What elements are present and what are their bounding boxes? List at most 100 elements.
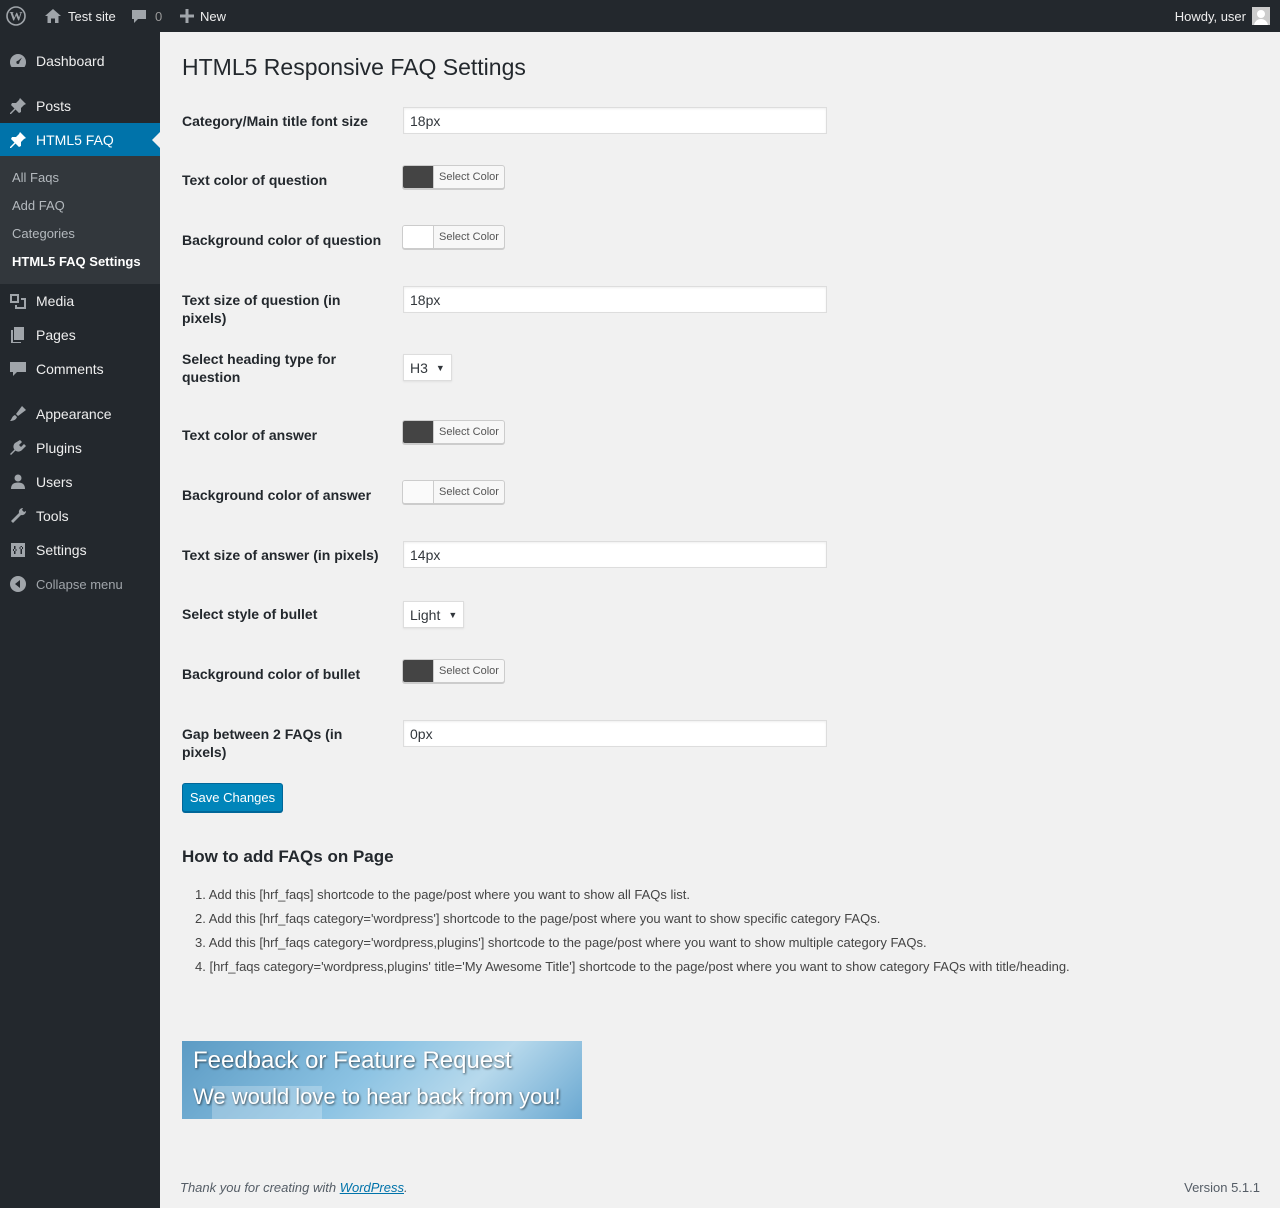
save-changes-button[interactable]: Save Changes (182, 783, 283, 812)
color-swatch (403, 660, 434, 682)
sidebar-item-settings[interactable]: Settings (0, 533, 160, 567)
feedback-banner[interactable]: Feedback or Feature Request We would lov… (182, 1041, 582, 1119)
dropdown-arrow-icon: ▼ (435, 362, 445, 373)
pin-icon (0, 96, 36, 116)
sidebar-item-plugins[interactable]: Plugins (0, 431, 160, 465)
dropdown-arrow-icon: ▼ (448, 609, 458, 620)
submenu-categories[interactable]: Categories (12, 226, 75, 241)
sidebar-item-label: Media (36, 293, 75, 309)
question-text-size-input[interactable]: 18px (403, 286, 827, 313)
sidebar-item-dashboard[interactable]: Dashboard (0, 44, 160, 78)
select-color-label: Select Color (439, 231, 499, 243)
selected-value: Light (410, 606, 441, 623)
color-swatch (403, 226, 434, 248)
media-icon (0, 291, 36, 311)
color-swatch (403, 481, 434, 503)
sidebar-item-label: Dashboard (36, 53, 105, 69)
collapse-menu-button[interactable]: Collapse menu (0, 567, 160, 601)
sidebar-item-html5-faq[interactable]: HTML5 FAQ (0, 123, 160, 157)
wordpress-link[interactable]: WordPress (340, 1180, 404, 1195)
sidebar-item-comments[interactable]: Comments (0, 352, 160, 386)
site-name-link[interactable]: Test site (44, 0, 116, 32)
answer-text-color-label: Text color of answer (182, 427, 318, 443)
new-label: New (200, 8, 227, 24)
dashboard-icon (0, 51, 36, 71)
comments-icon (0, 359, 36, 379)
collapse-arrow-icon (0, 575, 36, 593)
bullet-style-label: Select style of bullet (182, 606, 318, 622)
question-heading-type-select[interactable]: H3 ▼ (403, 354, 452, 381)
home-icon (44, 8, 62, 24)
sidebar-item-label: Pages (36, 327, 76, 343)
question-text-size-label: Text size of question (in pixels) (182, 292, 341, 326)
question-heading-type-label: Select heading type for question (182, 351, 337, 385)
sidebar-item-label: Comments (36, 361, 104, 377)
color-swatch (403, 421, 434, 443)
tools-icon (0, 506, 36, 526)
banner-subtitle: We would love to hear back from you! (193, 1084, 561, 1109)
comments-link[interactable]: 0 (131, 0, 162, 32)
sidebar-item-label: Posts (36, 98, 72, 114)
select-color-label: Select Color (439, 665, 499, 677)
bullet-bg-color-label: Background color of bullet (182, 666, 361, 682)
footer-version: Version 5.1.1 (1184, 1180, 1260, 1195)
pages-icon (0, 325, 36, 345)
submenu-add-faq[interactable]: Add FAQ (12, 198, 65, 213)
page-title: HTML5 Responsive FAQ Settings (182, 54, 526, 80)
question-bg-color-label: Background color of question (182, 232, 382, 248)
select-color-label: Select Color (439, 171, 499, 183)
sidebar-item-pages[interactable]: Pages (0, 318, 160, 352)
color-swatch (403, 166, 434, 188)
my-account-link[interactable]: Howdy, user (1175, 0, 1270, 32)
sidebar-item-posts[interactable]: Posts (0, 89, 160, 123)
sidebar-item-label: Users (36, 474, 73, 490)
pin-icon (0, 130, 36, 150)
faq-gap-label: Gap between 2 FAQs (in pixels) (182, 726, 343, 760)
svg-text:W: W (10, 9, 23, 24)
sidebar-item-appearance[interactable]: Appearance (0, 397, 160, 431)
footer-thanks-prefix: Thank you for creating with (180, 1180, 340, 1195)
new-content-link[interactable]: New (180, 0, 226, 32)
comments-count: 0 (155, 8, 163, 24)
question-bg-color-picker[interactable]: Select Color (402, 225, 505, 249)
admin-bar: W Test site 0 New Howdy, user (0, 0, 1280, 32)
sidebar-item-label: Tools (36, 508, 69, 524)
bullet-style-select[interactable]: Light ▼ (403, 601, 465, 628)
sidebar-item-label: Settings (36, 542, 87, 558)
answer-text-color-picker[interactable]: Select Color (402, 420, 505, 444)
list-item: 4. [hrf_faqs category='wordpress,plugins… (195, 959, 1070, 974)
sidebar-item-tools[interactable]: Tools (0, 499, 160, 533)
html5-faq-submenu: All Faqs Add FAQ Categories HTML5 FAQ Se… (0, 156, 160, 284)
answer-text-size-input[interactable]: 14px (403, 541, 827, 568)
select-color-label: Select Color (439, 426, 499, 438)
collapse-menu-label: Collapse menu (36, 576, 123, 592)
sidebar-item-media[interactable]: Media (0, 284, 160, 318)
wordpress-logo-icon[interactable]: W (6, 0, 26, 32)
question-text-color-picker[interactable]: Select Color (402, 165, 505, 189)
selected-value: H3 (410, 359, 428, 376)
list-item: 3. Add this [hrf_faqs category='wordpres… (195, 935, 927, 950)
footer-thanks: Thank you for creating with WordPress. (180, 1180, 408, 1195)
avatar (1252, 7, 1270, 25)
answer-bg-color-picker[interactable]: Select Color (402, 480, 505, 504)
question-text-color-label: Text color of question (182, 172, 328, 188)
faq-gap-input[interactable]: 0px (403, 720, 827, 747)
users-icon (0, 472, 36, 492)
howto-heading: How to add FAQs on Page (182, 847, 394, 866)
bullet-bg-color-picker[interactable]: Select Color (402, 659, 505, 683)
howdy-text: Howdy, user (1174, 8, 1246, 24)
plugins-icon (0, 438, 36, 458)
select-color-label: Select Color (439, 486, 499, 498)
list-item: 2. Add this [hrf_faqs category='wordpres… (195, 911, 881, 926)
admin-sidebar: Dashboard Posts HTML5 FAQ All Faqs Add F… (0, 32, 160, 1208)
submenu-all-faqs[interactable]: All Faqs (12, 170, 59, 185)
settings-icon (0, 540, 36, 560)
footer-thanks-suffix: . (404, 1180, 408, 1195)
howto-list: 1. Add this [hrf_faqs] shortcode to the … (182, 883, 1242, 979)
sidebar-item-label: Plugins (36, 440, 82, 456)
main-title-font-size-input[interactable]: 18px (403, 107, 827, 134)
sidebar-item-users[interactable]: Users (0, 465, 160, 499)
footer: Thank you for creating with WordPress. V… (180, 1180, 1260, 1198)
submenu-html5-faq-settings[interactable]: HTML5 FAQ Settings (12, 254, 141, 269)
sidebar-item-label: Appearance (36, 406, 112, 422)
